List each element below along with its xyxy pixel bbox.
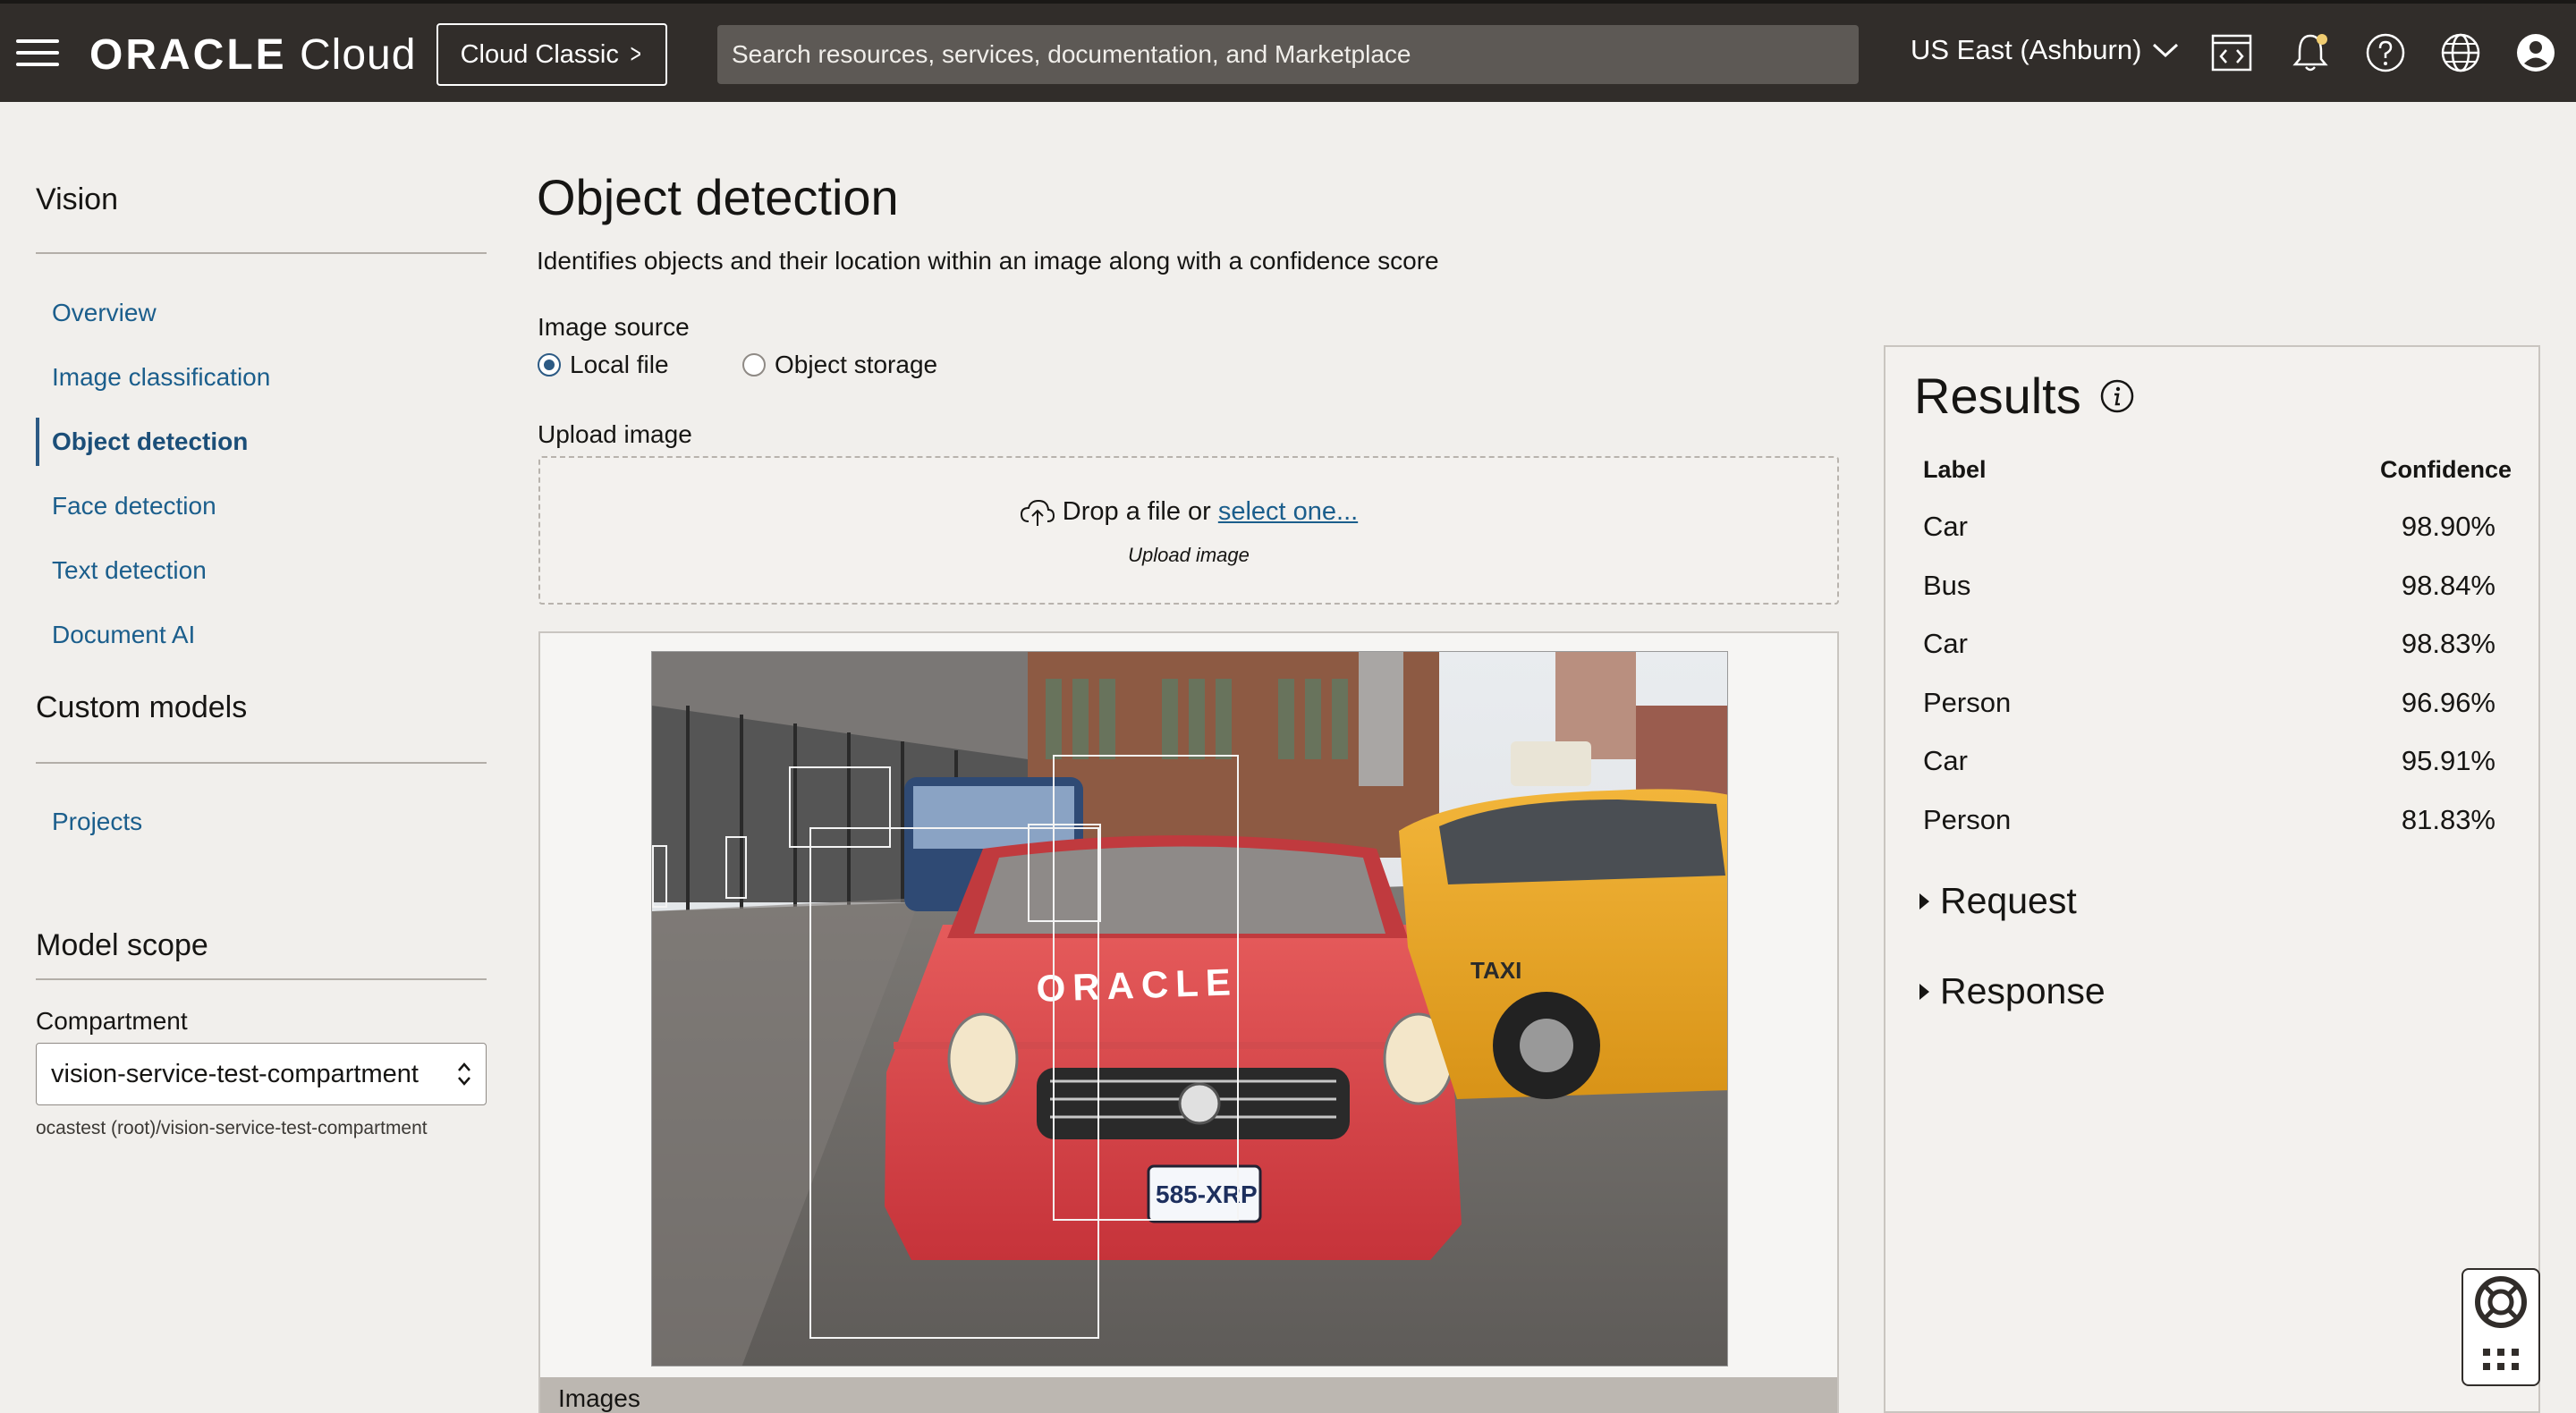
dropzone-subtext: Upload image	[1128, 544, 1250, 566]
results-row[interactable]: Car 98.83%	[1923, 614, 2496, 673]
chevron-right-icon: >	[630, 39, 641, 69]
logo-product: Cloud	[300, 31, 417, 79]
result-confidence: 95.91%	[2401, 745, 2496, 776]
cloud-upload-icon	[1020, 499, 1055, 526]
logo-brand: ORACLE	[89, 31, 287, 79]
region-label: US East (Ashburn)	[1911, 34, 2142, 65]
request-label: Request	[1940, 880, 2077, 921]
dropzone-text: Drop a file or	[1062, 497, 1211, 526]
oracle-cloud-logo[interactable]: ORACLE Cloud	[89, 30, 416, 80]
lifebuoy-icon	[2475, 1276, 2527, 1370]
result-label: Car	[1923, 745, 1968, 776]
result-label: Bus	[1923, 570, 1971, 601]
caret-right-icon	[1919, 893, 1929, 910]
bell-icon[interactable]	[2288, 30, 2333, 75]
result-label: Person	[1923, 804, 2012, 835]
results-row[interactable]: Person 81.83%	[1923, 791, 2496, 850]
compartment-path: ocastest (root)/vision-service-test-comp…	[36, 1118, 428, 1138]
upload-image-label: Upload image	[538, 420, 692, 448]
results-row[interactable]: Car 98.90%	[1923, 497, 2496, 556]
images-bar: Images	[540, 1377, 1837, 1413]
cloud-classic-label: Cloud Classic	[460, 39, 619, 69]
radio-local-file[interactable]: Local file	[538, 351, 669, 379]
hamburger-menu-icon[interactable]	[16, 39, 59, 68]
file-dropzone[interactable]: Drop a file or select one... Upload imag…	[538, 456, 1839, 605]
cloud-classic-button[interactable]: Cloud Classic >	[436, 23, 667, 86]
compartment-label: Compartment	[36, 1007, 188, 1035]
sidebar-item-face-detection[interactable]: Face detection	[36, 482, 487, 530]
detected-image: ORACLE 585-XRP TAXI	[651, 651, 1728, 1366]
help-widget[interactable]	[2462, 1268, 2540, 1386]
radio-object-storage-label: Object storage	[775, 351, 938, 378]
region-selector[interactable]: US East (Ashburn)	[1911, 34, 2179, 66]
taxi-text: TAXI	[1470, 957, 1521, 984]
results-panel: Results Label Confidence Car 98.90% Bus …	[1884, 345, 2540, 1413]
sidebar-title-vision: Vision	[36, 182, 118, 216]
bbox-car-small[interactable]	[725, 836, 747, 899]
page-title: Object detection	[537, 169, 899, 225]
search-input[interactable]: Search resources, services, documentatio…	[717, 25, 1859, 84]
result-label: Car	[1923, 628, 1968, 659]
page-description: Identifies objects and their location wi…	[537, 247, 1439, 275]
globe-icon[interactable]	[2438, 30, 2483, 75]
dropzone-line: Drop a file or select one...	[540, 497, 1837, 527]
result-label: Person	[1923, 687, 2012, 718]
sidebar-item-text-detection[interactable]: Text detection	[36, 546, 487, 595]
response-toggle[interactable]: Response	[1919, 970, 2106, 1012]
result-confidence: 98.83%	[2401, 628, 2496, 659]
select-arrows-icon	[458, 1062, 470, 1086]
info-icon[interactable]	[2099, 378, 2135, 414]
chevron-down-icon	[2153, 43, 2179, 58]
divider	[36, 978, 487, 980]
search-placeholder: Search resources, services, documentatio…	[732, 40, 1411, 68]
request-toggle[interactable]: Request	[1919, 880, 2077, 922]
results-header: Results	[1914, 367, 2135, 425]
radio-object-storage[interactable]: Object storage	[742, 351, 937, 379]
image-preview-panel: ORACLE 585-XRP TAXI Images	[538, 631, 1839, 1413]
select-file-link[interactable]: select one...	[1218, 497, 1358, 527]
result-confidence: 96.96%	[2401, 687, 2496, 718]
result-label: Car	[1923, 511, 1968, 542]
image-source-label: Image source	[538, 313, 690, 341]
results-column-confidence: Confidence	[2379, 456, 2512, 483]
results-row[interactable]: Bus 98.84%	[1923, 556, 2496, 615]
divider	[36, 762, 487, 764]
result-confidence: 98.90%	[2401, 511, 2496, 542]
results-row[interactable]: Person 96.96%	[1923, 673, 2496, 732]
results-title: Results	[1914, 368, 2081, 424]
radio-unselected-icon[interactable]	[742, 353, 766, 377]
bbox-person[interactable]	[1028, 824, 1101, 922]
sidebar-item-overview[interactable]: Overview	[36, 289, 487, 337]
radio-local-file-label: Local file	[570, 351, 669, 378]
sidebar-item-image-classification[interactable]: Image classification	[36, 353, 487, 402]
response-label: Response	[1940, 970, 2106, 1011]
help-icon[interactable]	[2363, 30, 2408, 75]
sidebar-title-model-scope: Model scope	[36, 928, 208, 962]
compartment-value: vision-service-test-compartment	[51, 1059, 419, 1088]
top-navigation-bar: ORACLE Cloud Cloud Classic > Search reso…	[0, 0, 2576, 102]
caret-right-icon	[1919, 983, 1929, 1000]
result-confidence: 81.83%	[2401, 804, 2496, 835]
sidebar-item-document-ai[interactable]: Document AI	[36, 611, 487, 659]
compartment-select[interactable]: vision-service-test-compartment	[36, 1043, 487, 1105]
sidebar-title-custom-models: Custom models	[36, 690, 248, 724]
divider	[36, 252, 487, 254]
radio-selected-icon[interactable]	[538, 353, 561, 377]
sidebar-item-projects[interactable]: Projects	[36, 798, 487, 846]
bbox-person-left[interactable]	[652, 845, 667, 908]
result-confidence: 98.84%	[2401, 570, 2496, 601]
code-editor-icon[interactable]	[2209, 30, 2254, 75]
user-icon[interactable]	[2513, 30, 2558, 75]
results-row[interactable]: Car 95.91%	[1923, 732, 2496, 791]
results-column-label: Label	[1923, 456, 1987, 483]
sidebar-item-object-detection[interactable]: Object detection	[36, 418, 487, 466]
